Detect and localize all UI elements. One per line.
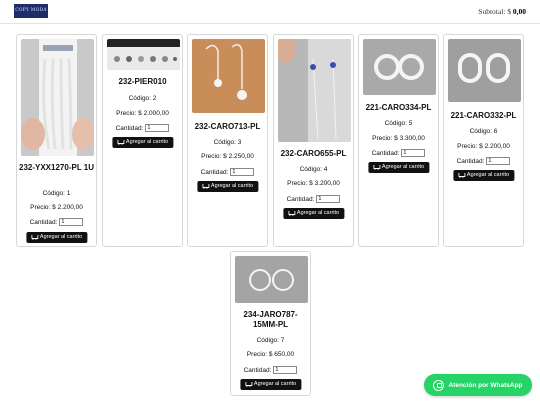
- subtotal-label: Subtotal: $: [478, 7, 511, 16]
- whatsapp-button[interactable]: Atención por WhatsApp: [424, 374, 532, 396]
- cart-icon: [201, 184, 209, 189]
- product-name: 232-CARO713-PL: [194, 122, 261, 131]
- product-price: Precio: $ 2.200,00: [457, 143, 510, 150]
- quantity-label: Cantidad:: [286, 195, 315, 203]
- quantity-input[interactable]: [273, 366, 298, 374]
- earring-card-photo: [21, 39, 94, 156]
- product-code: Código: 6: [469, 128, 498, 135]
- drop-earring-photo: [192, 39, 265, 113]
- add-to-cart-button[interactable]: Agregar al carrito: [25, 232, 88, 243]
- quantity-row: Cantidad:: [188, 168, 267, 176]
- product-image[interactable]: [278, 39, 351, 142]
- quantity-input[interactable]: [145, 124, 170, 132]
- cart-icon: [287, 211, 295, 216]
- quantity-label: Cantidad:: [29, 218, 58, 226]
- cart-icon: [244, 382, 252, 387]
- add-to-cart-button[interactable]: Agregar al carrito: [111, 137, 174, 148]
- add-to-cart-button[interactable]: Agregar al carrito: [452, 170, 515, 181]
- product-code: Código: 7: [256, 337, 285, 344]
- quantity-label: Cantidad:: [371, 149, 400, 157]
- product-card: 232-CARO713-PL Código: 3 Precio: $ 2.250…: [187, 34, 268, 247]
- store-logo[interactable]: COPY MODA: [14, 4, 48, 18]
- product-code: Código: 4: [299, 166, 328, 173]
- chain-earring-photo: [278, 39, 351, 142]
- product-card: 232-CARO655-PL Código: 4 Precio: $ 3.200…: [273, 34, 354, 247]
- quantity-input[interactable]: [316, 195, 341, 203]
- quantity-label: Cantidad:: [200, 168, 229, 176]
- product-name: 234-JARO787-15MM-PL: [243, 310, 298, 329]
- product-name: 232-PIER010: [118, 77, 167, 86]
- product-code: Código: 3: [213, 139, 242, 146]
- product-card: 232-PIER010 Código: 2 Precio: $ 2.000,00…: [102, 34, 183, 247]
- cart-icon: [457, 173, 465, 178]
- product-image[interactable]: [448, 39, 521, 102]
- product-image[interactable]: [235, 256, 308, 303]
- small-hoop-photo: [235, 256, 308, 303]
- quantity-row: Cantidad:: [444, 157, 523, 165]
- product-price: Precio: $ 2.250,00: [201, 153, 254, 160]
- quantity-input[interactable]: [230, 168, 255, 176]
- product-price: Precio: $ 2.000,00: [116, 110, 169, 117]
- product-price: Precio: $ 2.200,00: [30, 204, 83, 211]
- quantity-input[interactable]: [486, 157, 511, 165]
- product-name: 232-YXX1270-PL 1U: [19, 163, 95, 172]
- whatsapp-icon: [433, 379, 445, 391]
- product-card: 221-CARO332-PL Código: 6 Precio: $ 2.200…: [443, 34, 524, 247]
- cart-icon: [372, 165, 380, 170]
- product-image[interactable]: [107, 39, 180, 70]
- wide-hoop-photo: [448, 39, 521, 102]
- quantity-row: Cantidad:: [231, 366, 310, 374]
- quantity-row: Cantidad:: [103, 124, 182, 132]
- product-card: 221-CARO334-PL Código: 5 Precio: $ 3.300…: [358, 34, 439, 247]
- add-to-cart-button[interactable]: Agregar al carrito: [282, 208, 345, 219]
- product-name: 232-CARO655-PL: [280, 149, 347, 158]
- quantity-row: Cantidad:: [359, 149, 438, 157]
- product-image[interactable]: [192, 39, 265, 113]
- add-to-cart-button[interactable]: Agregar al carrito: [367, 162, 430, 173]
- quantity-label: Cantidad:: [456, 157, 485, 165]
- product-card: 234-JARO787-15MM-PL Código: 7 Precio: $ …: [230, 251, 311, 396]
- product-name: 221-CARO332-PL: [450, 111, 517, 120]
- quantity-input[interactable]: [401, 149, 426, 157]
- product-price: Precio: $ 3.300,00: [372, 135, 425, 142]
- product-image[interactable]: [363, 39, 436, 95]
- quantity-label: Cantidad:: [115, 124, 144, 132]
- hoop-earring-photo: [363, 39, 436, 95]
- product-card: 232-YXX1270-PL 1U Código: 1 Precio: $ 2.…: [16, 34, 97, 247]
- product-name: 221-CARO334-PL: [365, 103, 432, 112]
- subtotal-value: 0,00: [512, 7, 526, 16]
- quantity-row: Cantidad:: [274, 195, 353, 203]
- subtotal: Subtotal: $ 0,00: [478, 7, 526, 16]
- product-image[interactable]: [21, 39, 94, 156]
- whatsapp-label: Atención por WhatsApp: [448, 381, 523, 389]
- cart-icon: [116, 140, 124, 145]
- quantity-input[interactable]: [59, 218, 84, 226]
- cart-icon: [30, 235, 38, 240]
- add-to-cart-button[interactable]: Agregar al carrito: [239, 379, 302, 390]
- quantity-label: Cantidad:: [243, 366, 272, 374]
- product-price: Precio: $ 3.200,00: [287, 180, 340, 187]
- product-price: Precio: $ 650,00: [246, 351, 295, 358]
- product-code: Código: 5: [384, 120, 413, 127]
- top-bar: COPY MODA Subtotal: $ 0,00: [0, 0, 540, 24]
- quantity-row: Cantidad:: [17, 218, 96, 226]
- add-to-cart-button[interactable]: Agregar al carrito: [196, 181, 259, 192]
- charm-card-photo: [107, 39, 180, 70]
- product-code: Código: 1: [42, 190, 71, 197]
- product-code: Código: 2: [128, 95, 157, 102]
